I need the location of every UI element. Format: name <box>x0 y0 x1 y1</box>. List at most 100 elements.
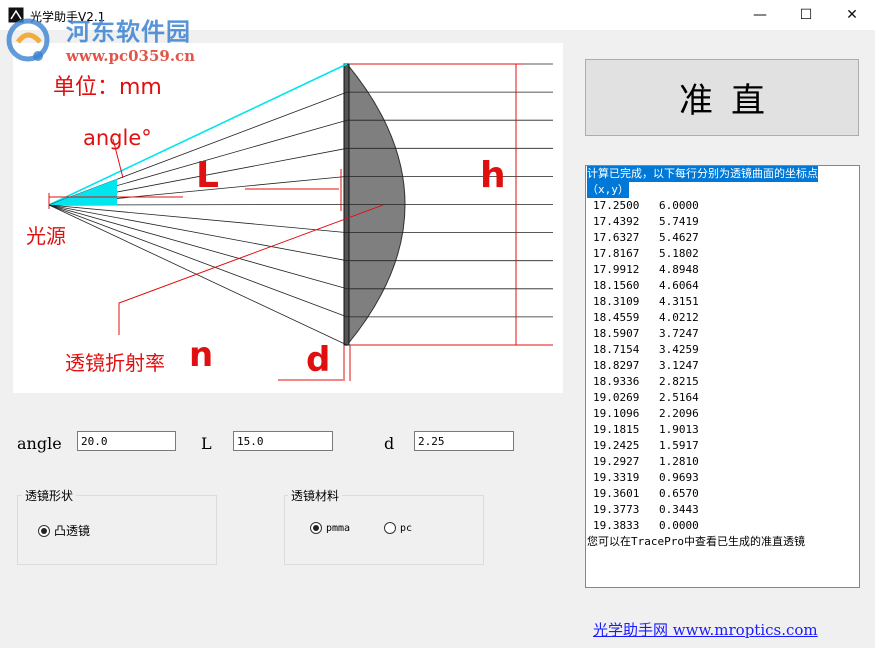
website-link[interactable]: 光学助手网 www.mroptics.com <box>593 619 818 640</box>
coordinate-y: 4.3151 <box>659 295 699 308</box>
coordinate-row: 17.4392 5.7419 <box>586 214 859 230</box>
coordinate-x: 18.3109 <box>593 295 640 308</box>
ray-in <box>48 204 348 318</box>
watermark-logo <box>6 18 50 62</box>
coordinate-row: 19.1096 2.2096 <box>586 406 859 422</box>
height-label: h <box>480 155 506 196</box>
index-symbol: n <box>189 335 214 375</box>
radio-indicator <box>38 524 50 537</box>
coordinate-y: 3.4259 <box>659 343 699 356</box>
coordinate-list: 17.2500 6.0000 17.4392 5.7419 17.6327 5.4627 1… <box>586 198 859 534</box>
coordinate-y: 0.3443 <box>659 503 699 516</box>
coordinate-row: 19.3833 0.0000 <box>586 518 859 534</box>
coordinate-row: 19.0269 2.5164 <box>586 390 859 406</box>
coordinate-x: 18.4559 <box>593 311 640 324</box>
coordinate-x: 19.3833 <box>593 519 640 532</box>
length-label: L <box>196 155 219 196</box>
coordinate-y: 0.6570 <box>659 487 699 500</box>
coordinate-y: 1.5917 <box>659 439 699 452</box>
index-label: 透镜折射率 <box>65 351 165 375</box>
coordinate-row: 19.3319 0.9693 <box>586 470 859 486</box>
pmma-label: pmma <box>326 522 351 534</box>
coordinate-x: 19.3319 <box>593 471 640 484</box>
convex-lens-radio[interactable]: 凸透镜 <box>38 522 90 539</box>
coordinate-x: 19.1096 <box>593 407 640 420</box>
length-field-label: L <box>201 434 212 453</box>
coordinate-y: 0.9693 <box>659 471 699 484</box>
coordinate-row: 18.4559 4.0212 <box>586 310 859 326</box>
coordinate-x: 17.2500 <box>593 199 640 212</box>
coordinate-y: 5.4627 <box>659 231 699 244</box>
coordinate-row: 19.2927 1.2810 <box>586 454 859 470</box>
coordinate-x: 18.7154 <box>593 343 640 356</box>
coordinate-y: 3.1247 <box>659 359 699 372</box>
lens-diagram: 单位：mm angle° L h 光源 透镜折射率 n d <box>13 43 563 393</box>
coordinate-y: 5.1802 <box>659 247 699 260</box>
coordinate-x: 18.1560 <box>593 279 640 292</box>
coordinate-x: 17.9912 <box>593 263 640 276</box>
output-text-box[interactable]: 计算已完成，以下每行分别为透镜曲面的坐标点 （x,y） 17.2500 6.000… <box>585 165 860 588</box>
coordinate-y: 1.9013 <box>659 423 699 436</box>
coordinate-x: 19.2927 <box>593 455 640 468</box>
radio-indicator <box>310 522 322 534</box>
output-subheader: （x,y） <box>587 182 629 198</box>
coordinate-row: 18.3109 4.3151 <box>586 294 859 310</box>
pmma-radio[interactable]: pmma <box>310 522 350 534</box>
coordinate-row: 17.2500 6.0000 <box>586 198 859 214</box>
coordinate-y: 2.2096 <box>659 407 699 420</box>
coordinate-y: 3.7247 <box>659 327 699 340</box>
watermark-url: www.pc0359.cn <box>66 47 196 65</box>
coordinate-row: 18.1560 4.6064 <box>586 278 859 294</box>
coordinate-row: 19.2425 1.5917 <box>586 438 859 454</box>
coordinate-row: 17.8167 5.1802 <box>586 246 859 262</box>
pc-radio[interactable]: pc <box>384 522 412 534</box>
coordinate-y: 5.7419 <box>659 215 699 228</box>
angle-label: angle° <box>83 126 152 150</box>
coordinate-x: 19.1815 <box>593 423 640 436</box>
coordinate-x: 19.3601 <box>593 487 640 500</box>
unit-label: 单位：mm <box>53 75 162 100</box>
convex-lens-label: 凸透镜 <box>54 524 91 538</box>
angle-field-label: angle <box>17 434 62 453</box>
lens-shape-title: 透镜形状 <box>22 487 77 504</box>
pc-label: pc <box>400 522 413 534</box>
coordinate-row: 19.3773 0.3443 <box>586 502 859 518</box>
collimate-button[interactable]: 准直 <box>585 59 859 136</box>
thickness-input[interactable] <box>414 431 514 451</box>
coordinate-x: 18.5907 <box>593 327 640 340</box>
minimize-button[interactable]: — <box>737 0 783 30</box>
radio-indicator <box>384 522 396 534</box>
source-label: 光源 <box>26 224 66 248</box>
close-button[interactable]: ✕ <box>829 0 875 30</box>
ray-in <box>48 204 348 233</box>
coordinate-row: 18.9336 2.8215 <box>586 374 859 390</box>
coordinate-row: 18.5907 3.7247 <box>586 326 859 342</box>
coordinate-x: 17.6327 <box>593 231 640 244</box>
lens-material-title: 透镜材料 <box>288 487 343 504</box>
output-footer: 您可以在TracePro中查看已生成的准直透镜 <box>587 535 805 548</box>
thickness-field-label: d <box>384 434 395 453</box>
coordinate-x: 18.8297 <box>593 359 640 372</box>
coordinate-x: 17.8167 <box>593 247 640 260</box>
maximize-button[interactable]: ☐ <box>783 0 829 30</box>
coordinate-x: 19.3773 <box>593 503 640 516</box>
angle-input[interactable] <box>77 431 176 451</box>
ray-in <box>48 204 348 346</box>
coordinate-x: 18.9336 <box>593 375 640 388</box>
coordinate-row: 17.6327 5.4627 <box>586 230 859 246</box>
coordinate-row: 18.7154 3.4259 <box>586 342 859 358</box>
watermark-name: 河东软件园 <box>66 17 191 46</box>
ray-in <box>48 204 348 290</box>
output-header: 计算已完成，以下每行分别为透镜曲面的坐标点 <box>587 166 818 182</box>
coordinate-y: 2.5164 <box>659 391 699 404</box>
coordinate-x: 19.0269 <box>593 391 640 404</box>
coordinate-row: 17.9912 4.8948 <box>586 262 859 278</box>
length-input[interactable] <box>233 431 333 451</box>
coordinate-row: 19.3601 0.6570 <box>586 486 859 502</box>
coordinate-y: 4.6064 <box>659 279 699 292</box>
coordinate-y: 2.8215 <box>659 375 699 388</box>
coordinate-x: 17.4392 <box>593 215 640 228</box>
coordinate-row: 19.1815 1.9013 <box>586 422 859 438</box>
ray-in <box>48 204 348 262</box>
coordinate-row: 18.8297 3.1247 <box>586 358 859 374</box>
